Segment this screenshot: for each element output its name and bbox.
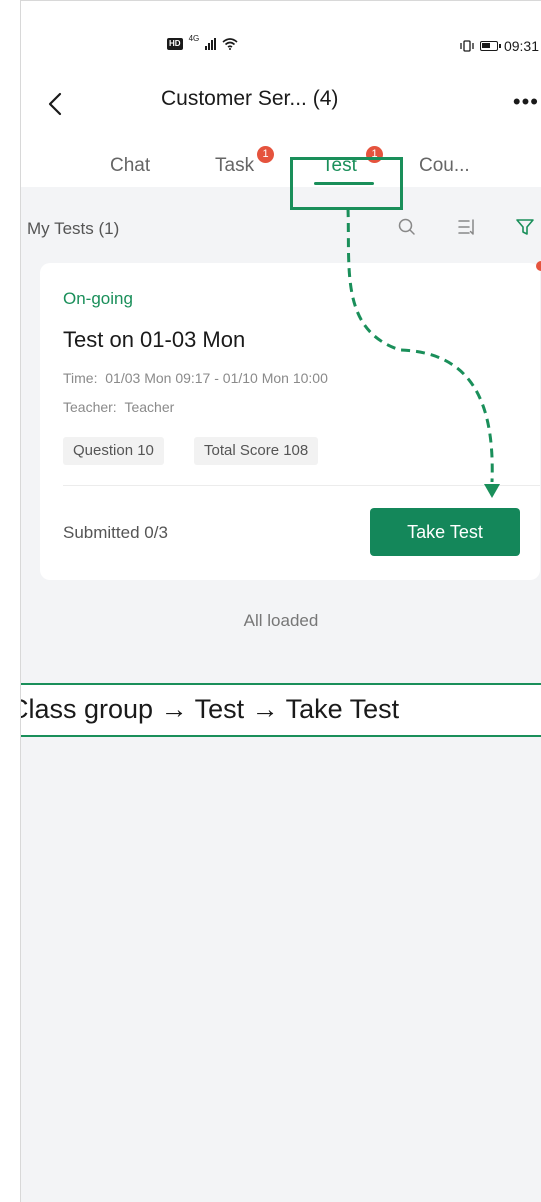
tab-course[interactable]: Cou... bbox=[419, 155, 470, 177]
take-test-button[interactable]: Take Test bbox=[370, 508, 520, 556]
my-tests-label: My Tests (1) bbox=[27, 219, 120, 238]
status-bar: HD 4G 09:31 bbox=[21, 0, 541, 75]
more-dots-icon[interactable]: ••• bbox=[513, 89, 539, 115]
network-type: 4G bbox=[188, 33, 200, 43]
test-time: Time: 01/03 Mon 09:17 - 01/10 Mon 10:00 bbox=[63, 370, 328, 386]
tab-chat[interactable]: Chat bbox=[110, 155, 150, 177]
caption-bar: Class group → Test → Take Test bbox=[0, 683, 541, 737]
chat-header: Customer Ser... (4) ••• bbox=[21, 75, 541, 135]
all-loaded-text: All loaded bbox=[243, 611, 319, 630]
question-count-chip: Question 10 bbox=[63, 437, 164, 465]
test-status: On-going bbox=[63, 289, 133, 308]
phone-screen: HD 4G 09:31 Customer Ser... (4) ••• Chat… bbox=[0, 0, 541, 1202]
tab-bar: Chat Task 1 Test 1 Cou... bbox=[21, 135, 541, 187]
frame-top-border bbox=[20, 0, 541, 1]
wifi-icon bbox=[222, 38, 238, 50]
group-title: Customer Ser... (4) bbox=[161, 87, 339, 110]
chevron-left-icon[interactable] bbox=[43, 91, 69, 117]
tab-task-badge: 1 bbox=[257, 146, 274, 163]
signal-icon bbox=[205, 38, 217, 50]
test-title: Test on 01-03 Mon bbox=[63, 327, 246, 352]
vibrate-icon bbox=[460, 40, 474, 52]
tutorial-arrow-icon bbox=[346, 207, 500, 498]
notification-dot bbox=[536, 261, 541, 271]
status-left: HD 4G bbox=[167, 34, 238, 50]
status-time: 09:31 bbox=[503, 38, 539, 54]
hd-icon: HD bbox=[167, 38, 183, 50]
frame-left-border bbox=[20, 0, 21, 1202]
total-score-chip: Total Score 108 bbox=[194, 437, 319, 465]
status-right: 09:31 bbox=[460, 38, 539, 54]
submitted-count: Submitted 0/3 bbox=[63, 523, 168, 542]
battery-icon bbox=[479, 41, 501, 51]
tab-task[interactable]: Task 1 bbox=[215, 146, 274, 177]
test-teacher: Teacher: Teacher bbox=[63, 399, 175, 415]
caption-text: Class group → Test → Take Test bbox=[9, 694, 400, 724]
frame-left-margin bbox=[0, 0, 20, 1202]
